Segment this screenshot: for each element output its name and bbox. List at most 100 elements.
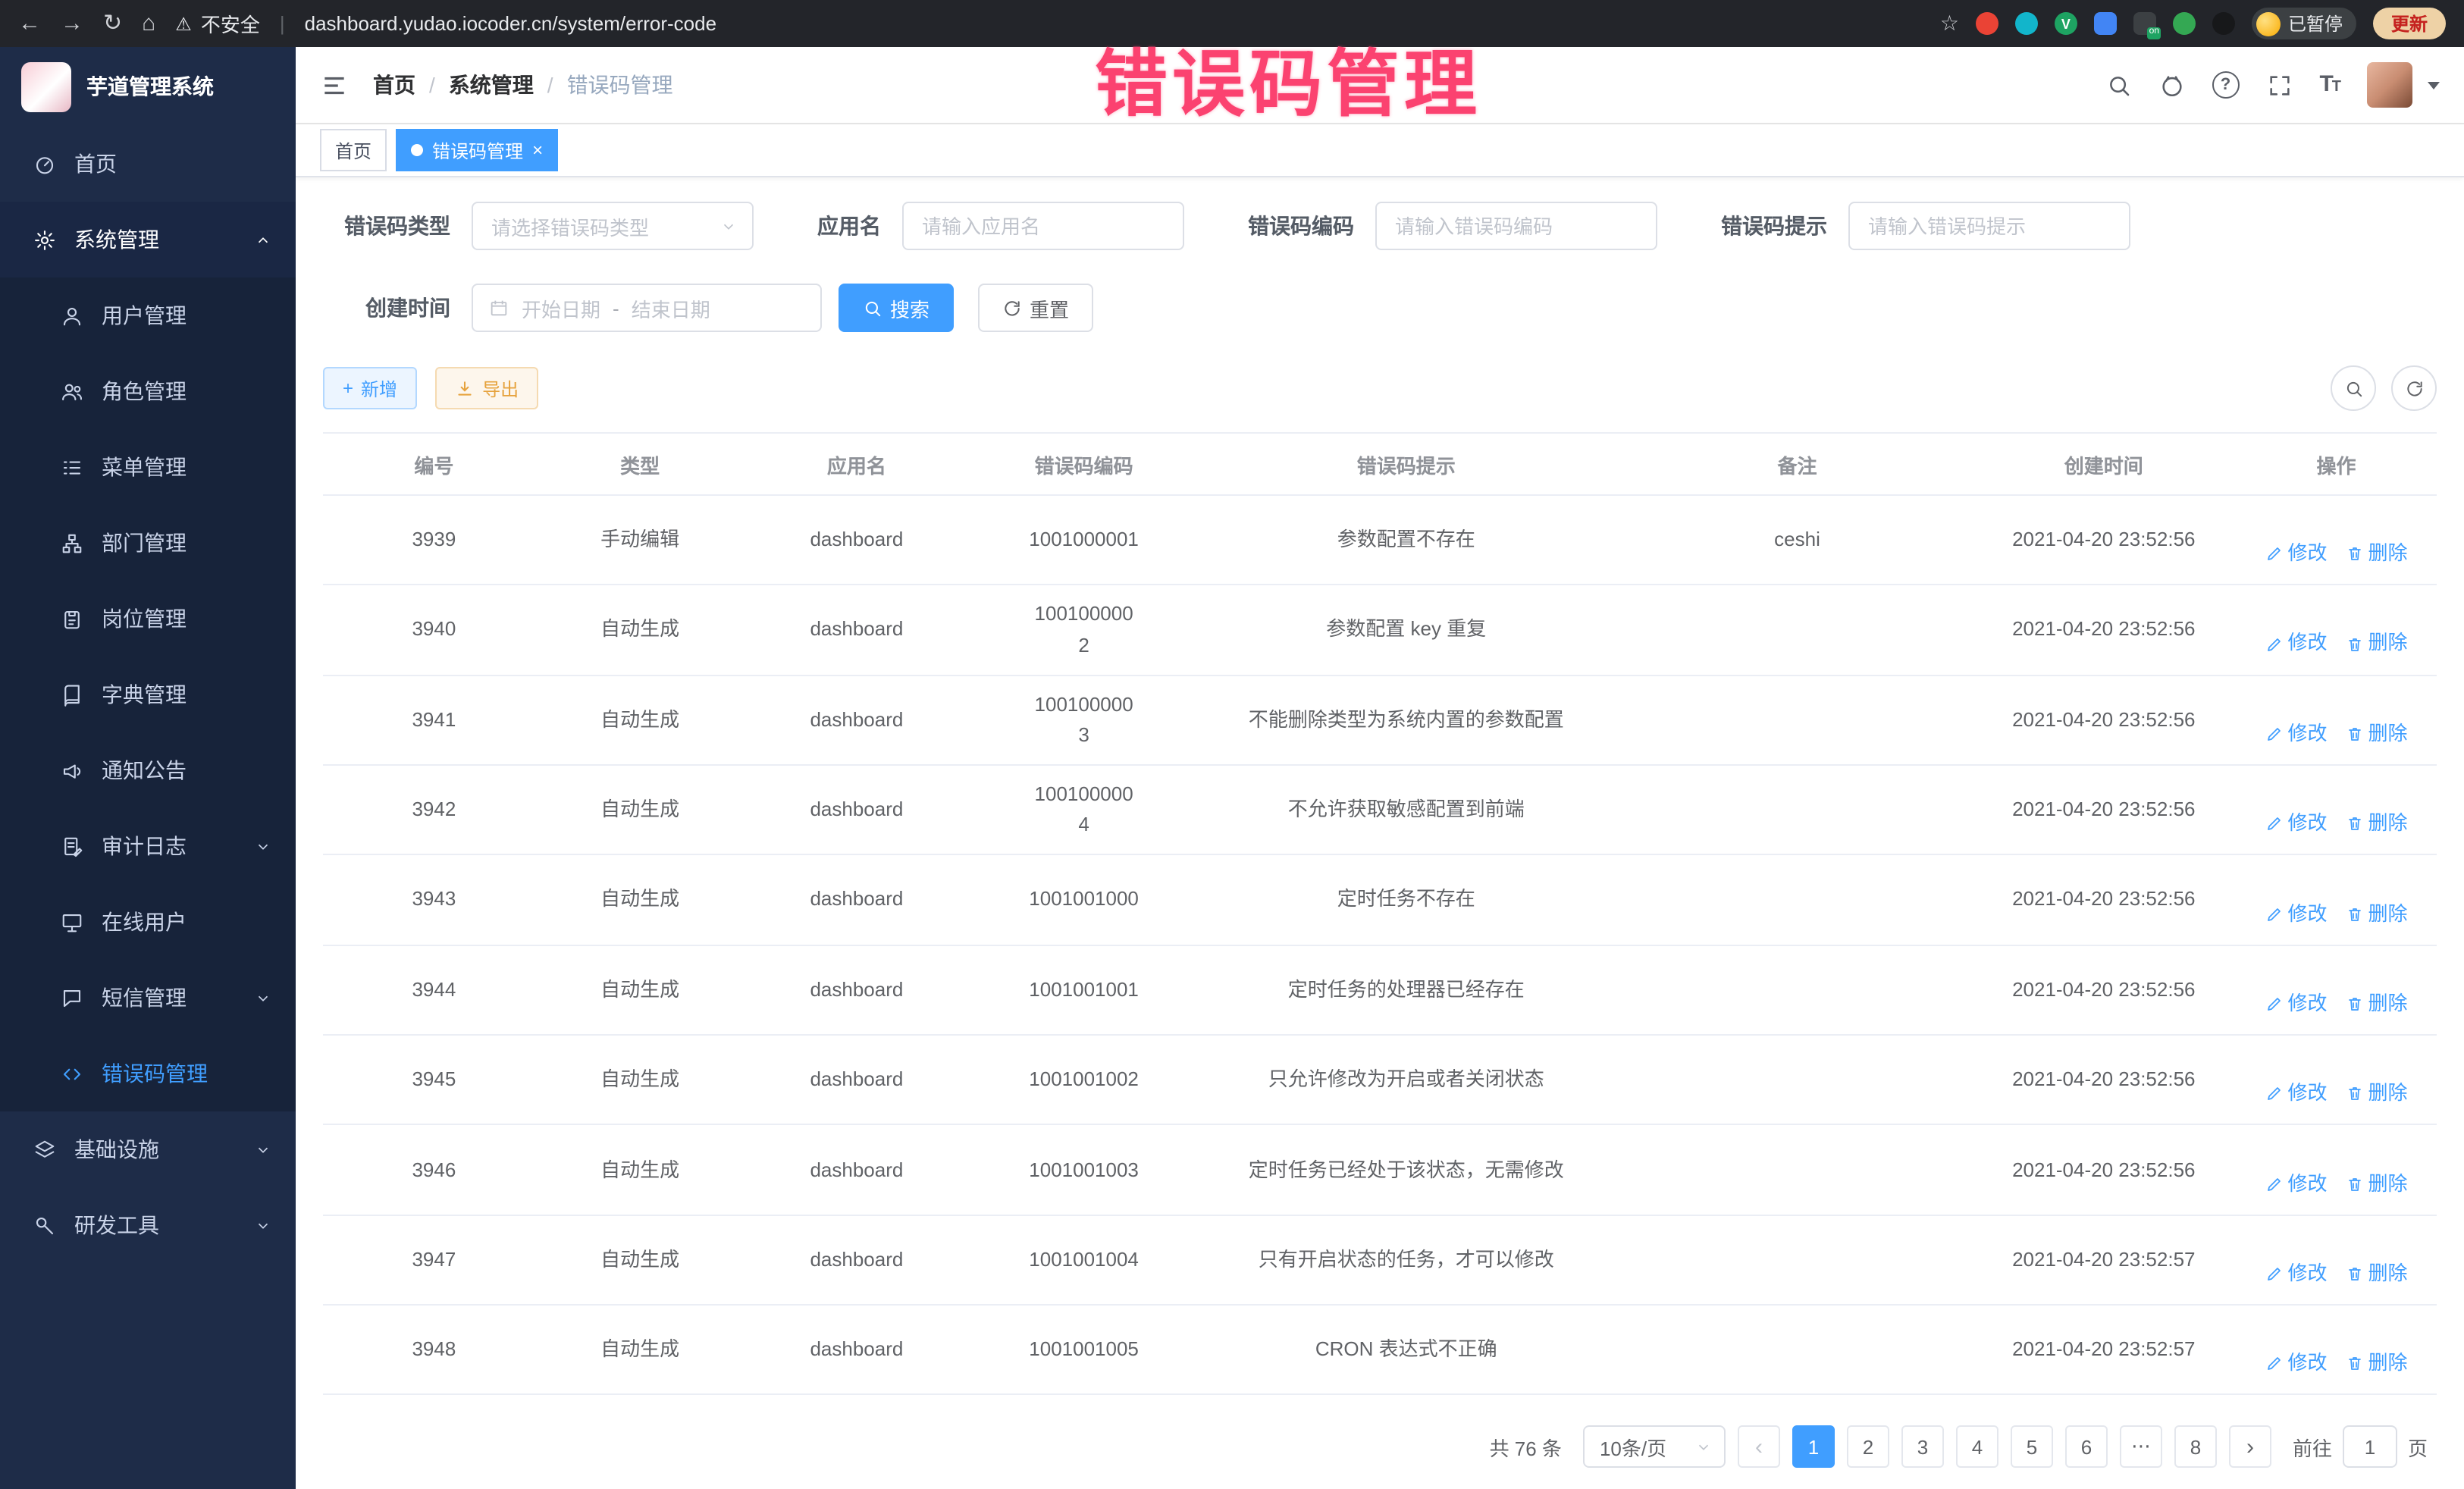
sidebar-item-system[interactable]: 系统管理: [0, 202, 296, 277]
delete-link[interactable]: 删除: [2346, 719, 2408, 749]
sidebar-item-dev-tools[interactable]: 研发工具: [0, 1187, 296, 1263]
edit-link[interactable]: 修改: [2265, 989, 2327, 1019]
sidebar-item-roles[interactable]: 角色管理: [0, 353, 296, 429]
delete-link[interactable]: 删除: [2346, 898, 2408, 929]
date-range-picker[interactable]: 开始日期 - 结束日期: [472, 284, 822, 332]
chevron-down-icon[interactable]: [2428, 81, 2440, 89]
refresh-button[interactable]: [2391, 365, 2437, 411]
address-url[interactable]: dashboard.yudao.iocoder.cn/system/error-…: [305, 12, 716, 35]
font-size-icon[interactable]: TT: [2319, 71, 2340, 99]
cell-type: 自动生成: [545, 1305, 735, 1395]
edit-link[interactable]: 修改: [2265, 629, 2327, 659]
edit-link[interactable]: 修改: [2265, 1168, 2327, 1199]
delete-link[interactable]: 删除: [2346, 808, 2408, 839]
page-button-2[interactable]: 2: [1847, 1426, 1889, 1469]
extension-icon-1[interactable]: [1976, 12, 1998, 35]
next-page-button[interactable]: ›: [2229, 1426, 2271, 1469]
breadcrumb-system[interactable]: 系统管理: [449, 70, 534, 100]
page-button-1[interactable]: 1: [1792, 1426, 1835, 1469]
reload-icon[interactable]: ↻: [103, 12, 122, 35]
user-avatar[interactable]: [2367, 62, 2412, 108]
range-separator: -: [613, 296, 619, 319]
edit-link[interactable]: 修改: [2265, 538, 2327, 569]
page-button-5[interactable]: 5: [2011, 1426, 2053, 1469]
page-button-6[interactable]: 6: [2065, 1426, 2108, 1469]
security-indicator[interactable]: ⚠ 不安全: [175, 9, 260, 38]
fullscreen-icon[interactable]: [2266, 72, 2292, 98]
delete-link[interactable]: 删除: [2346, 629, 2408, 659]
delete-link[interactable]: 删除: [2346, 1348, 2408, 1378]
sidebar-item-label: 部门管理: [102, 528, 187, 558]
bookmark-star-icon[interactable]: ☆: [1940, 11, 1959, 36]
sidebar-item-error-codes[interactable]: 错误码管理: [0, 1036, 296, 1111]
select-placeholder: 请选择错误码类型: [491, 212, 649, 240]
page-size-select[interactable]: 10条/页: [1583, 1426, 1726, 1469]
edit-link[interactable]: 修改: [2265, 1078, 2327, 1108]
sidebar-item-users[interactable]: 用户管理: [0, 277, 296, 353]
add-button[interactable]: + 新增: [323, 367, 417, 409]
edit-link[interactable]: 修改: [2265, 808, 2327, 839]
edit-link[interactable]: 修改: [2265, 1348, 2327, 1378]
delete-link[interactable]: 删除: [2346, 538, 2408, 569]
forward-icon[interactable]: →: [61, 12, 83, 35]
toggle-search-button[interactable]: [2331, 365, 2376, 411]
prev-page-button[interactable]: ‹: [1738, 1426, 1780, 1469]
tab-error-codes[interactable]: 错误码管理 ×: [396, 129, 558, 171]
error-code-input[interactable]: [1375, 202, 1657, 250]
error-type-select[interactable]: 请选择错误码类型: [472, 202, 754, 250]
goto-page: 前往 页: [2293, 1426, 2428, 1469]
delete-link[interactable]: 删除: [2346, 1259, 2408, 1289]
app-name-input[interactable]: [902, 202, 1184, 250]
pencil-icon: [2265, 635, 2283, 653]
sidebar-item-departments[interactable]: 部门管理: [0, 505, 296, 581]
close-icon[interactable]: ×: [532, 141, 543, 159]
export-button[interactable]: 导出: [435, 367, 538, 409]
home-icon[interactable]: ⌂: [142, 12, 155, 35]
cell-hint: 定时任务的处理器已经存在: [1190, 945, 1623, 1035]
sidebar-item-infrastructure[interactable]: 基础设施: [0, 1111, 296, 1187]
extension-icon-4[interactable]: [2094, 12, 2117, 35]
back-icon[interactable]: ←: [18, 12, 41, 35]
more-pages-button[interactable]: ⋯: [2120, 1426, 2162, 1469]
page-button-8[interactable]: 8: [2174, 1426, 2217, 1469]
sidebar-item-audit-log[interactable]: 审计日志: [0, 808, 296, 884]
update-button[interactable]: 更新: [2373, 8, 2446, 39]
logo-row[interactable]: 芋道管理系统: [0, 47, 296, 126]
page-button-4[interactable]: 4: [1956, 1426, 1998, 1469]
error-hint-input[interactable]: [1848, 202, 2130, 250]
breadcrumb-home[interactable]: 首页: [373, 70, 415, 100]
delete-link[interactable]: 删除: [2346, 1168, 2408, 1199]
cell-hint: 只允许修改为开启或者关闭状态: [1190, 1035, 1623, 1125]
tab-home[interactable]: 首页: [320, 129, 387, 171]
sidebar-item-sms[interactable]: 短信管理: [0, 960, 296, 1036]
edit-link[interactable]: 修改: [2265, 1259, 2327, 1289]
edit-link[interactable]: 修改: [2265, 898, 2327, 929]
page-button-3[interactable]: 3: [1901, 1426, 1944, 1469]
sidebar-item-menus[interactable]: 菜单管理: [0, 429, 296, 505]
breadcrumb: 首页 / 系统管理 / 错误码管理: [373, 70, 673, 100]
sidebar-item-notices[interactable]: 通知公告: [0, 732, 296, 808]
extension-icon-6[interactable]: [2173, 12, 2196, 35]
help-icon[interactable]: ?: [2212, 71, 2239, 99]
goto-page-input[interactable]: [2343, 1426, 2397, 1469]
sidebar-item-home[interactable]: 首页: [0, 126, 296, 202]
search-icon[interactable]: [2105, 72, 2131, 98]
edit-link[interactable]: 修改: [2265, 719, 2327, 749]
hamburger-icon[interactable]: [320, 71, 349, 99]
extension-icon-7[interactable]: [2212, 12, 2235, 35]
extension-icon-2[interactable]: [2015, 12, 2038, 35]
delete-link[interactable]: 删除: [2346, 989, 2408, 1019]
delete-label: 删除: [2368, 898, 2408, 929]
extension-icon-3[interactable]: V: [2055, 12, 2077, 35]
sidebar-item-positions[interactable]: 岗位管理: [0, 581, 296, 657]
sidebar-item-online-users[interactable]: 在线用户: [0, 884, 296, 960]
cell-time: 2021-04-20 23:52:56: [1972, 1035, 2237, 1125]
extension-icon-5[interactable]: on: [2133, 12, 2156, 35]
search-button[interactable]: 搜索: [839, 284, 954, 332]
profile-chip[interactable]: 已暂停: [2252, 8, 2356, 39]
delete-link[interactable]: 删除: [2346, 1078, 2408, 1108]
sidebar-item-dictionary[interactable]: 字典管理: [0, 657, 296, 732]
reset-button[interactable]: 重置: [978, 284, 1093, 332]
github-icon[interactable]: [2158, 72, 2184, 98]
start-date-placeholder: 开始日期: [522, 293, 600, 322]
